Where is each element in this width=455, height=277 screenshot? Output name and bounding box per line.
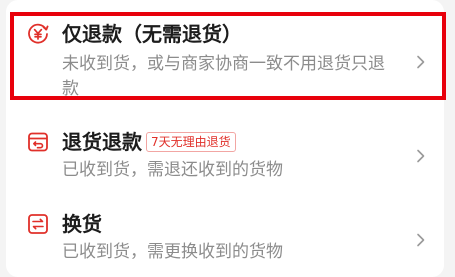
option-refund-only[interactable]: 仅退款（无需退货） 未收到货，或与商家协商一致不用退货只退款 [6, 0, 444, 108]
chevron-right-icon [414, 148, 428, 163]
option-return-refund[interactable]: 退货退款 7天无理由退货 已收到货，需退还收到的货物 [6, 108, 444, 194]
seven-day-return-badge: 7天无理由退货 [146, 132, 236, 152]
chevron-right-icon [414, 232, 428, 247]
after-sale-options-card: 仅退款（无需退货） 未收到货，或与商家协商一致不用退货只退款 退货退款 7天无理… [6, 0, 446, 277]
option-description: 已收到货，需更换收到的货物 [62, 242, 283, 262]
option-title: 换货 [62, 212, 102, 236]
chevron-right-icon [414, 54, 428, 69]
option-exchange[interactable]: 换货 已收到货，需更换收到的货物 [6, 194, 444, 277]
option-description: 未收到货，或与商家协商一致不用退货只退款 [62, 54, 385, 99]
option-description: 已收到货，需退还收到的货物 [62, 160, 283, 180]
exchange-icon [26, 212, 50, 236]
option-title: 退货退款 [62, 130, 142, 154]
yen-refund-icon [26, 22, 50, 46]
option-title: 仅退款（无需退货） [62, 22, 242, 46]
return-box-icon [26, 130, 50, 154]
